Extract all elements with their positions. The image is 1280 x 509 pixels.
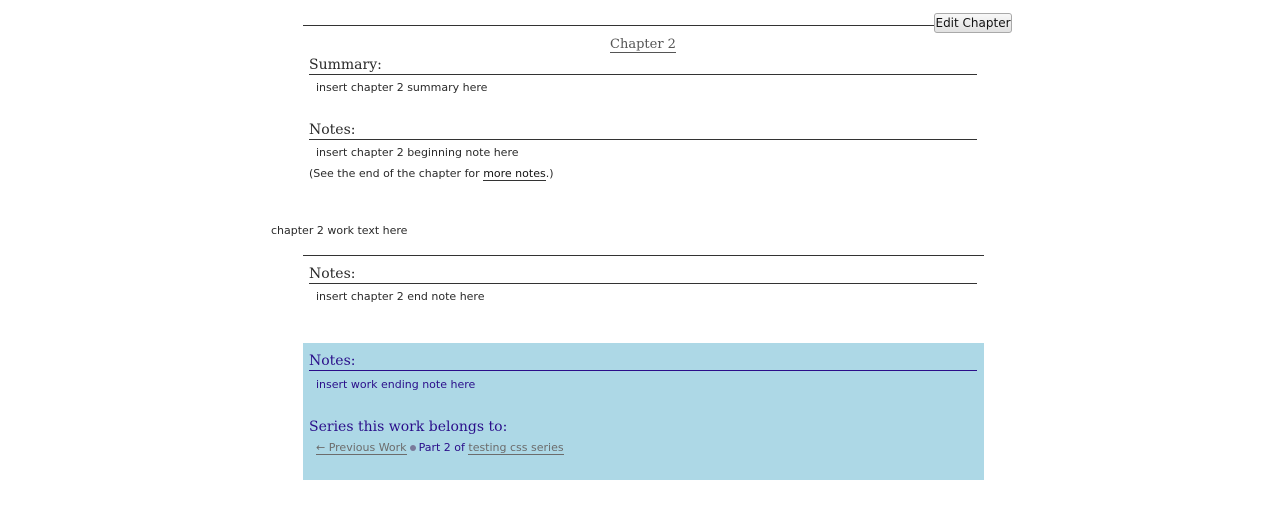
chapter-work-text: chapter 2 work text here — [271, 224, 408, 237]
summary-heading: Summary: — [309, 57, 977, 75]
summary-text: insert chapter 2 summary here — [316, 81, 488, 94]
chapter-top-divider — [303, 25, 935, 26]
end-notes-heading: Notes: — [309, 266, 977, 284]
beginning-notes-heading: Notes: — [309, 122, 977, 140]
series-link[interactable]: testing css series — [468, 441, 564, 455]
work-afterword: Notes: insert work ending note here Seri… — [303, 343, 984, 480]
see-end-notes-line: (See the end of the chapter for more not… — [309, 167, 554, 181]
series-part-label: Part 2 of — [418, 441, 469, 454]
chapter-title-link[interactable]: Chapter 2 — [610, 37, 676, 53]
beginning-note-text: insert chapter 2 beginning note here — [316, 146, 519, 159]
work-end-notes-heading: Notes: — [309, 353, 977, 371]
chapter-title: Chapter 2 — [0, 37, 1280, 53]
work-end-note-text: insert work ending note here — [316, 378, 476, 391]
edit-chapter-button[interactable]: Edit Chapter — [934, 13, 1012, 33]
end-notes-divider — [303, 255, 984, 256]
separator-dot-icon — [409, 444, 416, 451]
series-navigation: ← Previous Work Part 2 of testing css ser… — [316, 441, 564, 455]
previous-work-link[interactable]: ← Previous Work — [316, 441, 407, 455]
see-end-suffix: .) — [545, 167, 554, 180]
series-heading: Series this work belongs to: — [309, 419, 508, 435]
see-end-prefix: (See the end of the chapter for — [309, 167, 484, 180]
end-note-text: insert chapter 2 end note here — [316, 290, 485, 303]
more-notes-link[interactable]: more notes — [483, 167, 546, 181]
